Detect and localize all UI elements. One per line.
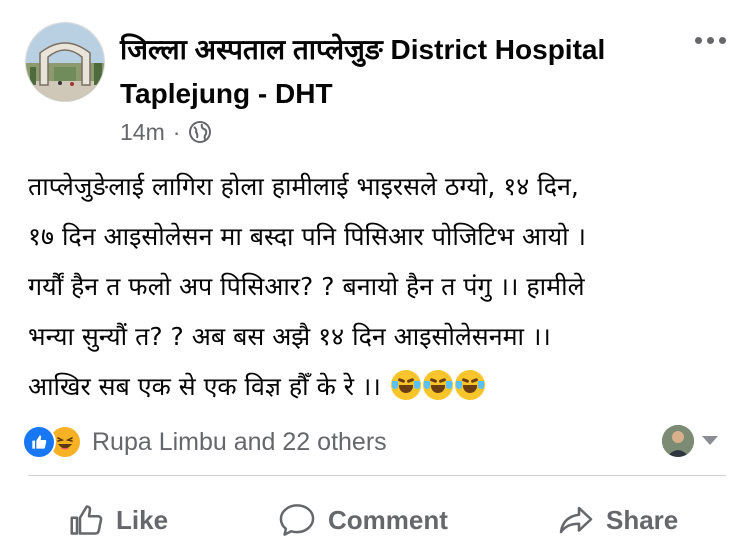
comment-button[interactable]: Comment [278, 490, 448, 550]
chevron-down-icon[interactable] [702, 436, 718, 445]
like-reaction-icon [22, 425, 56, 459]
post-line: १७ दिन आइसोलेसन मा बस्दा पनि पिसिआर पोजि… [28, 222, 586, 251]
share-label: Share [606, 504, 679, 535]
like-label: Like [116, 504, 169, 535]
divider [28, 475, 726, 476]
like-button[interactable]: Like [68, 490, 168, 550]
page-avatar[interactable] [25, 22, 105, 102]
reaction-summary[interactable]: Rupa Limbu and 22 others [92, 428, 387, 457]
comment-icon [279, 504, 315, 536]
post-line: ताप्लेजुङेलाई लागिरा होला हामीलाई भाइरसल… [28, 172, 579, 201]
hospital-gate-image [26, 23, 104, 101]
post-meta: 14m · [120, 117, 212, 147]
page-name-link[interactable]: जिल्ला अस्पताल ताप्लेजुङ District Hospit… [120, 28, 680, 116]
post-line: भन्या सुन्यौं त? ? अब बस अझै १४ दिन आइसो… [28, 322, 551, 351]
action-bar: Like Comment Share [0, 490, 750, 550]
laughing-tears-emoji [390, 370, 421, 400]
post-text: ताप्लेजुङेलाई लागिरा होला हामीलाई भाइरसल… [28, 162, 718, 412]
laughing-tears-emoji [422, 370, 453, 400]
thumbs-up-icon [70, 505, 103, 535]
more-options-icon[interactable] [690, 28, 730, 52]
post-line: गर्यौं हैन त फलो अप पिसिआर? ? बनायो हैन … [28, 272, 585, 301]
meta-separator: · [172, 118, 181, 145]
reactions-bar[interactable]: Rupa Limbu and 22 others [22, 424, 387, 460]
laughing-tears-emoji [454, 370, 485, 400]
share-button[interactable]: Share [558, 490, 678, 550]
share-icon [559, 506, 593, 534]
globe-icon[interactable] [188, 120, 212, 144]
viewer-avatar[interactable] [662, 425, 694, 457]
post-timestamp[interactable]: 14m [120, 119, 165, 146]
comment-label: Comment [328, 504, 448, 535]
post-line: आखिर सब एक से एक विज्ञ हौँ के रे ।। [28, 372, 381, 401]
